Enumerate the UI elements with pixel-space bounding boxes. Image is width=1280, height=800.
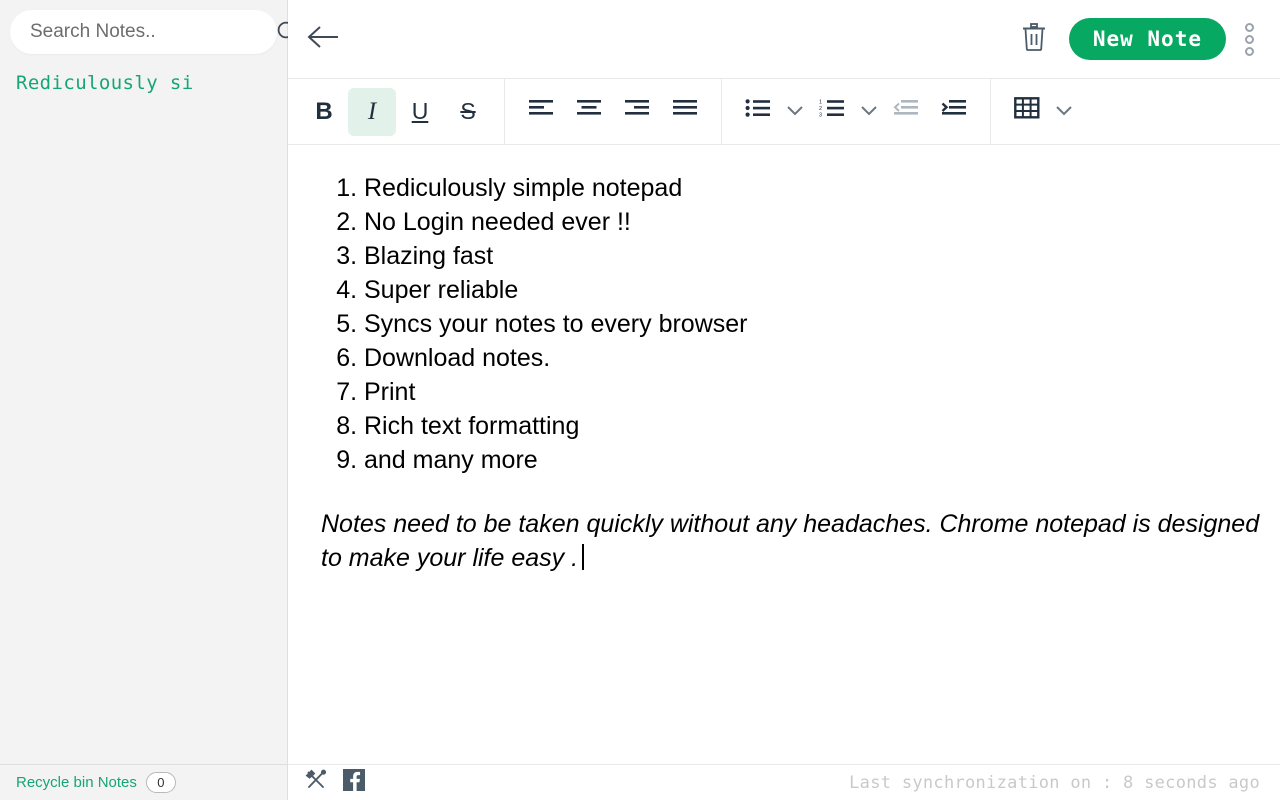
delete-note-button[interactable]: [1013, 18, 1055, 60]
list-item: Rich text formatting: [364, 409, 1260, 443]
list-item: Print: [364, 375, 1260, 409]
bullet-list-button[interactable]: [734, 88, 782, 136]
table-button[interactable]: [1003, 88, 1051, 136]
align-center-button[interactable]: [565, 88, 613, 136]
align-right-icon: [624, 98, 650, 126]
tools-button[interactable]: [304, 768, 328, 797]
search-input[interactable]: [30, 21, 275, 43]
align-justify-icon: [672, 98, 698, 126]
note-editor[interactable]: Rediculously simple notepad No Login nee…: [288, 145, 1280, 764]
numbered-list-button[interactable]: 1 2 3: [808, 88, 856, 136]
align-justify-button[interactable]: [661, 88, 709, 136]
bold-button[interactable]: B: [300, 88, 348, 136]
table-icon: [1014, 96, 1040, 127]
recycle-bin-count-badge: 0: [145, 772, 176, 793]
format-toolbar: B I U S 1 2 3: [288, 78, 1280, 145]
italic-button[interactable]: I: [348, 87, 396, 136]
sidebar: Rediculously si Recycle bin Notes 0: [0, 0, 299, 800]
chevron-down-icon: [1056, 103, 1072, 121]
list-item[interactable]: Rediculously si: [0, 68, 287, 98]
facebook-icon: [342, 768, 366, 797]
list-item: No Login needed ever !!: [364, 205, 1260, 239]
svg-text:2: 2: [819, 106, 822, 112]
alignment-group: [505, 79, 721, 145]
recycle-bin-link[interactable]: Recycle bin Notes: [16, 774, 137, 791]
main-panel: New Note B I U S 1 2 3 1. Rediculously s…: [288, 0, 1280, 800]
more-vertical-icon: [1244, 22, 1254, 32]
indent-icon: [941, 98, 967, 126]
strikethrough-button[interactable]: S: [444, 88, 492, 136]
outdent-icon: [893, 98, 919, 126]
list-item: Rediculously simple notepad: [364, 171, 1260, 205]
list-item: Download notes.: [364, 341, 1260, 375]
align-left-icon: [528, 98, 554, 126]
align-left-button[interactable]: [517, 88, 565, 136]
list-item: Super reliable: [364, 273, 1260, 307]
back-button[interactable]: [302, 17, 346, 61]
align-right-button[interactable]: [613, 88, 661, 136]
svg-text:1: 1: [819, 99, 822, 105]
align-center-icon: [576, 98, 602, 126]
editor-paragraph-text: Notes need to be taken quickly without a…: [321, 510, 1260, 572]
numbered-list-dropdown[interactable]: [856, 88, 882, 136]
note-list[interactable]: Rediculously si: [0, 54, 287, 764]
indent-button[interactable]: [930, 88, 978, 136]
table-dropdown[interactable]: [1051, 88, 1077, 136]
more-options-button[interactable]: [1236, 17, 1262, 61]
search-bar[interactable]: [10, 10, 299, 54]
more-vertical-icon: [1244, 34, 1254, 44]
new-note-button[interactable]: New Note: [1068, 18, 1226, 60]
ordered-list: Rediculously simple notepad No Login nee…: [364, 171, 1260, 477]
facebook-button[interactable]: [342, 768, 366, 797]
app-window: Rediculously si Recycle bin Notes 0: [0, 0, 1280, 800]
chevron-down-icon: [787, 103, 803, 121]
chevron-down-icon: [861, 103, 877, 121]
search-container: [0, 0, 299, 54]
numbered-list-icon: 1 2 3: [819, 98, 845, 126]
bullet-list-icon: [745, 98, 771, 126]
tools-icon: [304, 768, 328, 797]
text-style-group: B I U S: [288, 79, 504, 145]
sync-status-text: Last synchronization on : 8 seconds ago: [849, 772, 1260, 793]
arrow-left-icon: [307, 24, 341, 55]
editor-paragraph: Notes need to be taken quickly without a…: [321, 507, 1260, 575]
underline-button[interactable]: U: [396, 88, 444, 136]
list-item: Syncs your notes to every browser: [364, 307, 1260, 341]
trash-icon: [1020, 22, 1048, 57]
list-item: and many more: [364, 443, 1260, 477]
svg-text:3: 3: [819, 112, 822, 118]
table-group: [991, 79, 1089, 145]
more-vertical-icon: [1244, 46, 1254, 56]
bottom-bar: Last synchronization on : 8 seconds ago: [288, 764, 1280, 800]
top-bar: New Note: [288, 0, 1280, 79]
sidebar-footer: Recycle bin Notes 0: [0, 764, 287, 800]
outdent-button[interactable]: [882, 88, 930, 136]
bullet-list-dropdown[interactable]: [782, 88, 808, 136]
text-cursor: [582, 544, 584, 570]
list-item: Blazing fast: [364, 239, 1260, 273]
list-group: 1 2 3: [722, 79, 990, 145]
